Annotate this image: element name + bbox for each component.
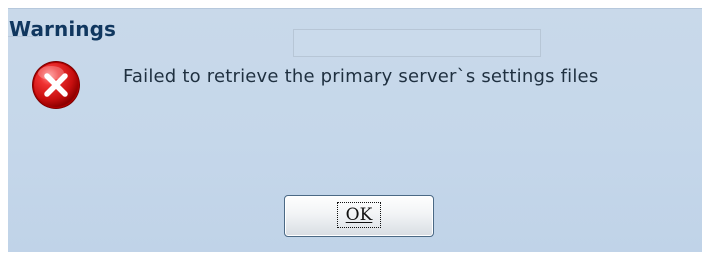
ok-button[interactable]: OK [284,195,434,237]
error-message: Failed to retrieve the primary server`s … [123,66,599,87]
background-field-outline [293,29,541,57]
warnings-dialog: Warnings Failed to retrieve the primary … [8,8,702,252]
dialog-title: Warnings [9,17,117,41]
ok-button-label: OK [337,202,381,228]
error-icon [30,59,82,111]
